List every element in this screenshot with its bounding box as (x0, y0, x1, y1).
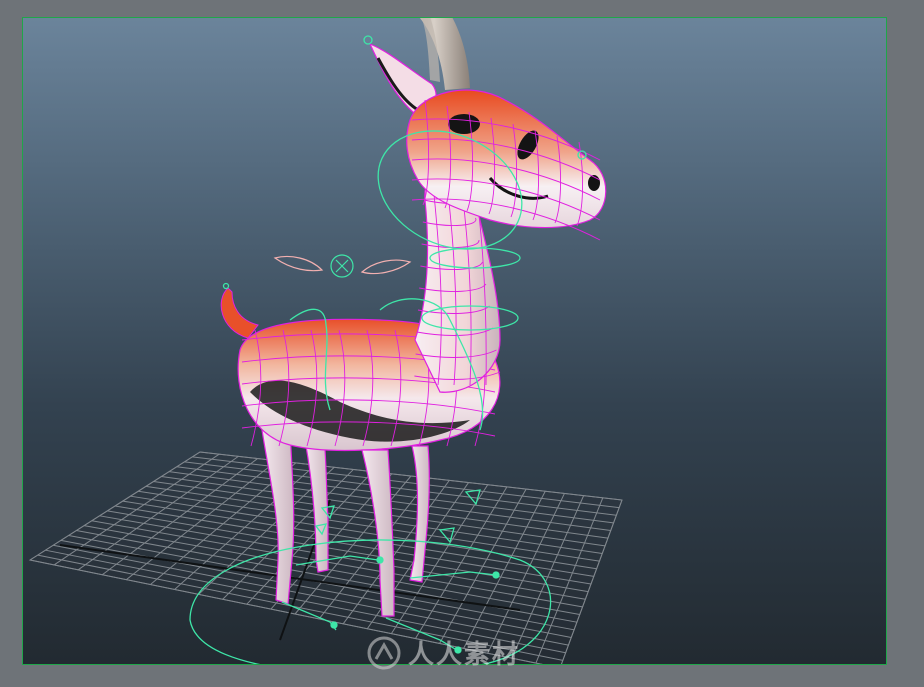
rr-sc-logo-icon (367, 636, 401, 669)
eye-look-control[interactable] (273, 254, 412, 278)
viewport-frame: 人人素材 (0, 0, 924, 687)
tail (220, 287, 259, 339)
watermark: 人人素材 (366, 634, 520, 671)
ear-tip-locator[interactable] (363, 35, 373, 45)
watermark-text: 人人素材 (408, 640, 521, 670)
tail-locator[interactable] (222, 282, 230, 290)
scene-canvas[interactable] (0, 0, 924, 687)
